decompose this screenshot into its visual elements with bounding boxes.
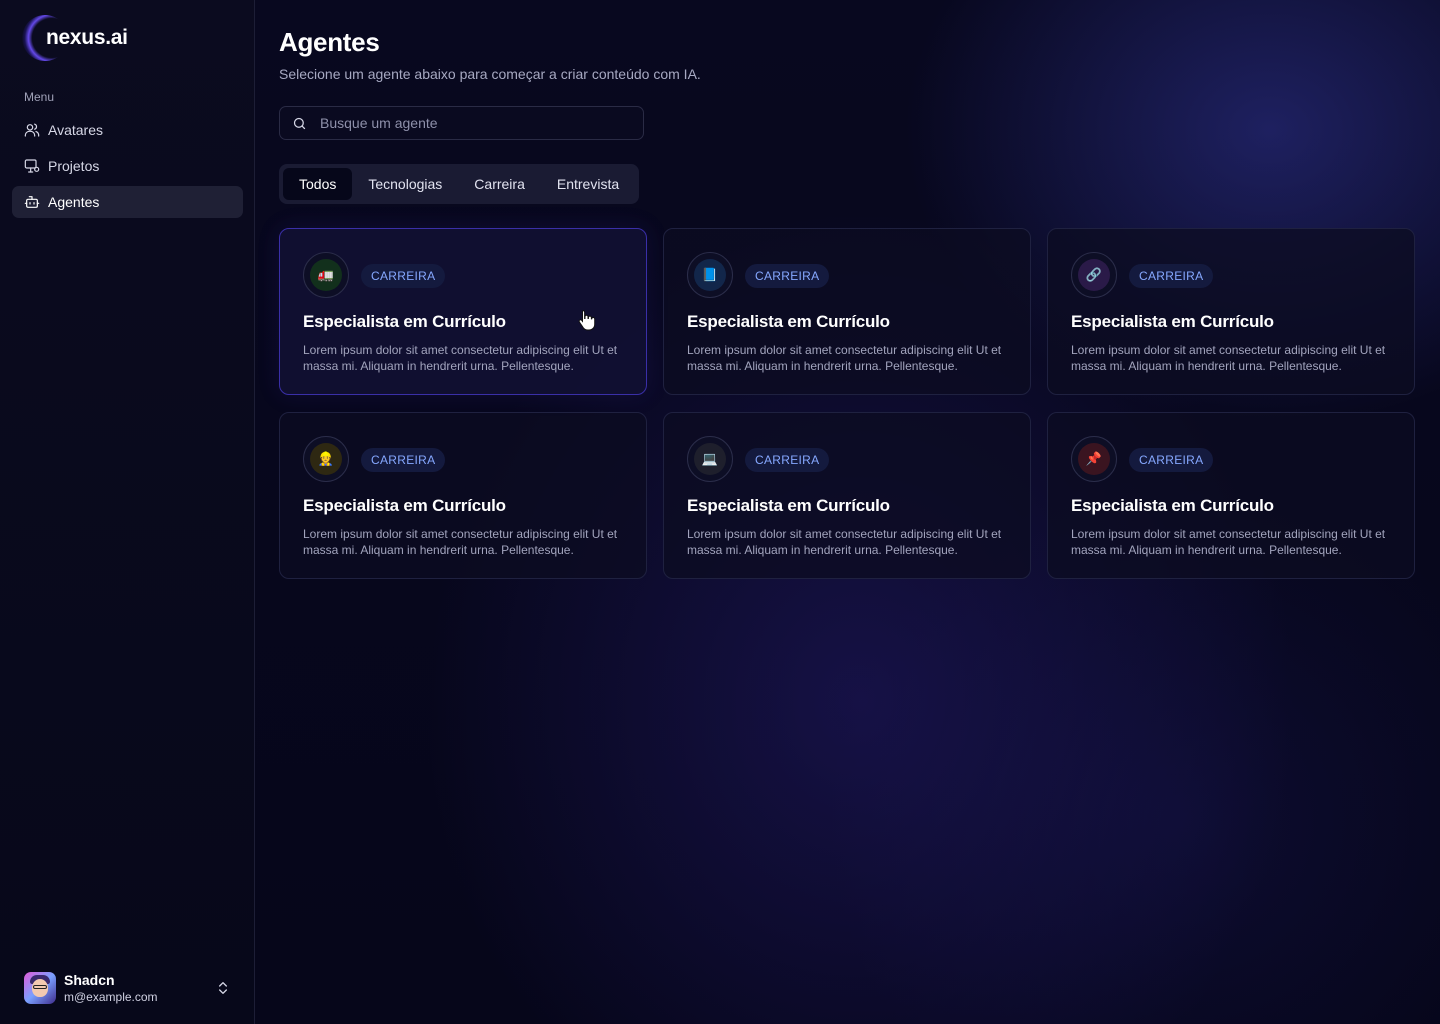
- agent-description: Lorem ipsum dolor sit amet consectetur a…: [303, 343, 618, 373]
- category-badge: CARREIRA: [361, 448, 446, 472]
- sidebar: nexus.ai Menu Avatares Projetos Agentes …: [0, 0, 255, 1024]
- search-input[interactable]: [320, 115, 620, 131]
- chevrons-up-down-icon: [219, 982, 227, 994]
- tab-tecnologias[interactable]: Tecnologias: [352, 168, 458, 200]
- category-tabs: Todos Tecnologias Carreira Entrevista: [279, 164, 640, 204]
- agent-title: Especialista em Currículo: [303, 496, 506, 515]
- logo[interactable]: nexus.ai: [22, 15, 128, 61]
- user-menu[interactable]: Shadcn m@example.com: [12, 964, 243, 1012]
- agent-description: Lorem ipsum dolor sit amet consectetur a…: [687, 527, 1002, 557]
- agent-card[interactable]: 👷 CARREIRA Especialista em Currículo Lor…: [279, 412, 647, 579]
- agent-card[interactable]: 💻 CARREIRA Especialista em Currículo Lor…: [663, 412, 1031, 579]
- agent-icon-frame: 👷: [303, 436, 349, 482]
- agent-title: Especialista em Currículo: [1071, 496, 1274, 515]
- page-title: Agentes: [279, 27, 380, 57]
- menu-label: Menu: [24, 90, 55, 104]
- logo-text: nexus.ai: [46, 26, 128, 49]
- sidebar-item-agentes[interactable]: Agentes: [12, 186, 243, 218]
- users-icon: [24, 122, 40, 138]
- search-box[interactable]: [279, 106, 644, 140]
- truck-icon: 🚛: [310, 259, 342, 291]
- agent-icon-frame: 💻: [687, 436, 733, 482]
- category-badge: CARREIRA: [745, 264, 830, 288]
- agent-icon-frame: 🚛: [303, 252, 349, 298]
- tab-carreira[interactable]: Carreira: [458, 168, 541, 200]
- category-badge: CARREIRA: [1129, 448, 1214, 472]
- bot-icon: [24, 194, 40, 210]
- agent-title: Especialista em Currículo: [687, 312, 890, 331]
- avatar: [24, 972, 56, 1004]
- laptop-icon: 💻: [694, 443, 726, 475]
- agent-title: Especialista em Currículo: [1071, 312, 1274, 331]
- agent-title: Especialista em Currículo: [303, 312, 506, 331]
- sidebar-item-label: Projetos: [48, 158, 100, 174]
- agent-description: Lorem ipsum dolor sit amet consectetur a…: [1071, 527, 1386, 557]
- agent-card[interactable]: 🔗 CARREIRA Especialista em Currículo Lor…: [1047, 228, 1415, 395]
- sidebar-item-avatares[interactable]: Avatares: [12, 114, 243, 146]
- tab-entrevista[interactable]: Entrevista: [541, 168, 635, 200]
- agent-card[interactable]: 📌 CARREIRA Especialista em Currículo Lor…: [1047, 412, 1415, 579]
- agent-description: Lorem ipsum dolor sit amet consectetur a…: [687, 343, 1002, 373]
- agent-description: Lorem ipsum dolor sit amet consectetur a…: [303, 527, 618, 557]
- tab-todos[interactable]: Todos: [283, 168, 353, 200]
- user-email: m@example.com: [64, 989, 158, 1004]
- category-badge: CARREIRA: [745, 448, 830, 472]
- agent-description: Lorem ipsum dolor sit amet consectetur a…: [1071, 343, 1386, 373]
- category-badge: CARREIRA: [1129, 264, 1214, 288]
- search-icon: [293, 117, 306, 129]
- agent-icon-frame: 🔗: [1071, 252, 1117, 298]
- user-name: Shadcn: [64, 971, 115, 988]
- category-badge: CARREIRA: [361, 264, 446, 288]
- hand-pointer-cursor-icon: [578, 310, 596, 331]
- worker-icon: 👷: [310, 443, 342, 475]
- agent-icon-frame: 📘: [687, 252, 733, 298]
- agent-card[interactable]: 📘 CARREIRA Especialista em Currículo Lor…: [663, 228, 1031, 395]
- sidebar-item-projetos[interactable]: Projetos: [12, 150, 243, 182]
- link-icon: 🔗: [1078, 259, 1110, 291]
- book-icon: 📘: [694, 259, 726, 291]
- monitor-icon: [24, 158, 40, 174]
- agent-title: Especialista em Currículo: [687, 496, 890, 515]
- agent-icon-frame: 📌: [1071, 436, 1117, 482]
- pushpin-icon: 📌: [1078, 443, 1110, 475]
- sidebar-item-label: Avatares: [48, 122, 103, 138]
- sidebar-item-label: Agentes: [48, 194, 100, 210]
- sidebar-nav: Avatares Projetos Agentes: [12, 114, 243, 222]
- page-subtitle: Selecione um agente abaixo para começar …: [279, 66, 701, 82]
